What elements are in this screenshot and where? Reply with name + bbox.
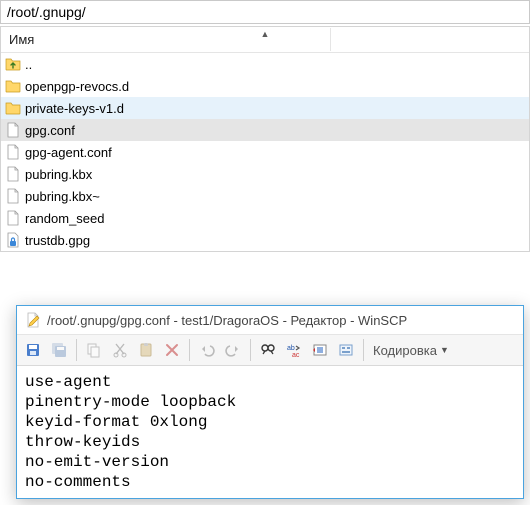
file-row[interactable]: gpg.conf — [1, 119, 529, 141]
file-name: pubring.kbx~ — [25, 189, 100, 204]
path-bar[interactable]: /root/.gnupg/ — [0, 0, 530, 24]
file-row[interactable]: pubring.kbx~ — [1, 185, 529, 207]
toolbar-separator — [250, 339, 251, 361]
file-name: trustdb.gpg — [25, 233, 90, 248]
file-name: gpg.conf — [25, 123, 75, 138]
toolbar-separator — [189, 339, 190, 361]
paste-button[interactable] — [134, 338, 158, 362]
cut-button[interactable] — [108, 338, 132, 362]
toolbar-separator — [363, 339, 364, 361]
toolbar-separator — [76, 339, 77, 361]
folder-up-icon — [5, 56, 21, 72]
file-panel: Имя ▲ .. openpgp-revocs.d private-keys-v1.… — [0, 26, 530, 252]
file-row[interactable]: random_seed — [1, 207, 529, 229]
svg-text:ac: ac — [292, 352, 300, 358]
file-row[interactable]: private-keys-v1.d — [1, 97, 529, 119]
file-plain-icon — [5, 210, 21, 226]
file-row[interactable]: trustdb.gpg — [1, 229, 529, 251]
editor-textarea[interactable]: use-agent pinentry-mode loopback keyid-f… — [17, 366, 523, 498]
column-header-name-label: Имя — [9, 32, 34, 47]
svg-text:ab: ab — [287, 345, 295, 352]
save-button[interactable] — [21, 338, 45, 362]
encoding-label: Кодировка — [373, 343, 437, 358]
file-name: .. — [25, 57, 32, 72]
editor-toolbar: abac Кодировка ▼ — [17, 335, 523, 366]
save-all-button[interactable] — [47, 338, 71, 362]
find-button[interactable] — [256, 338, 280, 362]
file-plain-icon — [5, 122, 21, 138]
folder-yellow-icon — [5, 100, 21, 116]
file-lock-icon — [5, 232, 21, 248]
file-row[interactable]: gpg-agent.conf — [1, 141, 529, 163]
editor-window: /root/.gnupg/gpg.conf - test1/DragoraOS … — [16, 305, 524, 499]
undo-button[interactable] — [195, 338, 219, 362]
file-row[interactable]: pubring.kbx — [1, 163, 529, 185]
chevron-down-icon: ▼ — [440, 345, 449, 355]
file-plain-icon — [5, 144, 21, 160]
file-name: random_seed — [25, 211, 105, 226]
file-plain-icon — [5, 166, 21, 182]
column-header-name[interactable]: Имя — [1, 28, 331, 51]
file-name: openpgp-revocs.d — [25, 79, 129, 94]
delete-button[interactable] — [160, 338, 184, 362]
file-row[interactable]: .. — [1, 53, 529, 75]
file-name: private-keys-v1.d — [25, 101, 124, 116]
redo-button[interactable] — [221, 338, 245, 362]
encoding-dropdown[interactable]: Кодировка ▼ — [369, 343, 455, 358]
file-name: pubring.kbx — [25, 167, 92, 182]
sort-indicator-icon: ▲ — [261, 29, 270, 39]
copy-button[interactable] — [82, 338, 106, 362]
settings-button[interactable] — [334, 338, 358, 362]
editor-titlebar[interactable]: /root/.gnupg/gpg.conf - test1/DragoraOS … — [17, 306, 523, 335]
replace-button[interactable]: abac — [282, 338, 306, 362]
path-text: /root/.gnupg/ — [7, 4, 86, 20]
edit-file-icon — [25, 312, 41, 328]
file-plain-icon — [5, 188, 21, 204]
goto-button[interactable] — [308, 338, 332, 362]
file-list[interactable]: .. openpgp-revocs.d private-keys-v1.d gpg.c… — [1, 53, 529, 251]
folder-yellow-icon — [5, 78, 21, 94]
column-header-row[interactable]: Имя ▲ — [1, 27, 529, 53]
file-name: gpg-agent.conf — [25, 145, 112, 160]
editor-title-text: /root/.gnupg/gpg.conf - test1/DragoraOS … — [47, 313, 407, 328]
file-row[interactable]: openpgp-revocs.d — [1, 75, 529, 97]
